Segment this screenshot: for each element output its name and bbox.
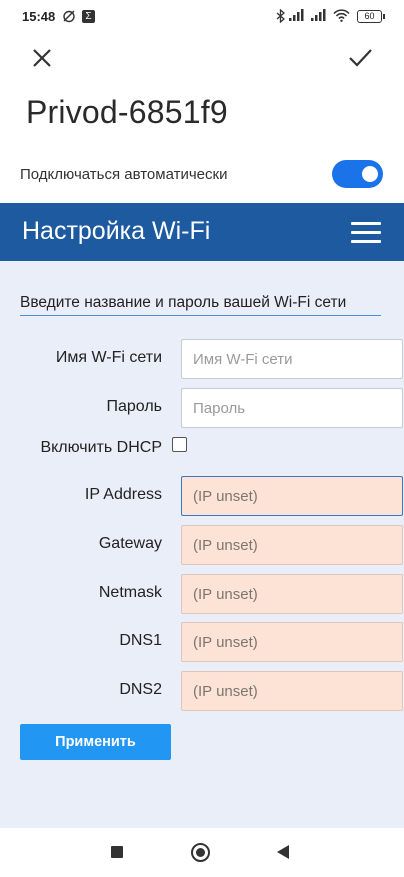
recent-apps-icon[interactable] <box>111 846 123 858</box>
bluetooth-icon <box>276 8 286 26</box>
wifi-icon <box>333 9 350 25</box>
password-label: Пароль <box>106 398 162 415</box>
auto-connect-toggle[interactable] <box>332 160 383 188</box>
network-name-title: Privod-6851f9 <box>26 94 228 130</box>
checkmark-icon <box>349 49 372 67</box>
sigma-app-icon: Σ <box>82 10 95 23</box>
dns1-label: DNS1 <box>119 632 162 649</box>
home-icon[interactable] <box>191 843 210 862</box>
no-alarm-icon <box>62 9 76 26</box>
menu-button[interactable] <box>351 222 381 244</box>
auto-connect-label: Подключаться автоматически <box>20 166 228 183</box>
netmask-input[interactable] <box>181 574 403 614</box>
dhcp-label: Включить DHCP <box>40 439 162 456</box>
dhcp-checkbox[interactable] <box>172 437 187 452</box>
signal-icon-2 <box>311 9 327 24</box>
apply-button[interactable]: Применить <box>20 724 171 760</box>
signal-icon <box>289 9 305 24</box>
hamburger-menu-icon <box>351 222 381 225</box>
netmask-label: Netmask <box>98 584 162 601</box>
toggle-knob <box>362 166 378 182</box>
status-time: 15:48 <box>22 9 56 24</box>
gateway-label: Gateway <box>98 535 162 552</box>
page-title: Настройка Wi-Fi <box>22 217 211 245</box>
dns2-input[interactable] <box>181 671 403 711</box>
close-button[interactable] <box>28 44 56 72</box>
gateway-input[interactable] <box>181 525 403 565</box>
instruction-text: Введите название и пароль вашей Wi-Fi се… <box>20 294 381 316</box>
ip-address-label: IP Address <box>84 486 162 503</box>
ssid-input[interactable] <box>181 339 403 379</box>
ip-address-input[interactable] <box>181 476 403 516</box>
close-icon <box>33 49 51 67</box>
page-header: Настройка Wi-Fi <box>0 203 404 261</box>
confirm-button[interactable] <box>346 44 374 72</box>
ssid-label: Имя W-Fi сети <box>55 349 162 366</box>
back-icon[interactable] <box>277 845 289 859</box>
status-bar: 15:48 Σ 60 <box>0 0 404 34</box>
dns1-input[interactable] <box>181 622 403 662</box>
password-input[interactable] <box>181 388 403 428</box>
battery-icon: 60 <box>357 10 385 23</box>
dns2-label: DNS2 <box>119 681 162 698</box>
captive-portal-page: Настройка Wi-Fi Введите название и парол… <box>0 203 404 828</box>
system-nav-bar <box>0 828 404 877</box>
